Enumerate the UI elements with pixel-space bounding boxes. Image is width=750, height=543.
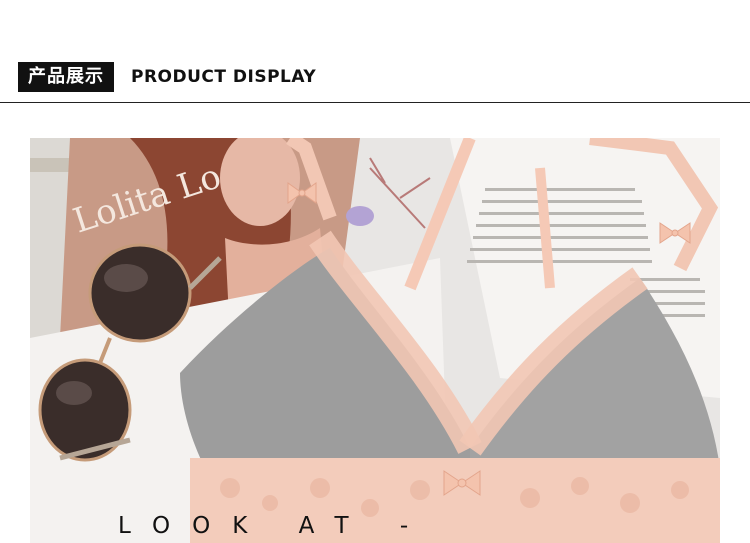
header-divider <box>0 102 750 103</box>
page-header: 产品展示 PRODUCT DISPLAY <box>0 0 750 104</box>
photo-caption: LOOK AT - <box>118 513 431 539</box>
book-spine-stripe <box>30 158 75 172</box>
product-photo: Lolita Lo <box>30 138 720 543</box>
flower-decoration <box>346 206 374 226</box>
section-title-en: PRODUCT DISPLAY <box>131 67 317 87</box>
product-photo-illustration: Lolita Lo <box>30 138 720 543</box>
section-badge-cn: 产品展示 <box>18 62 114 92</box>
